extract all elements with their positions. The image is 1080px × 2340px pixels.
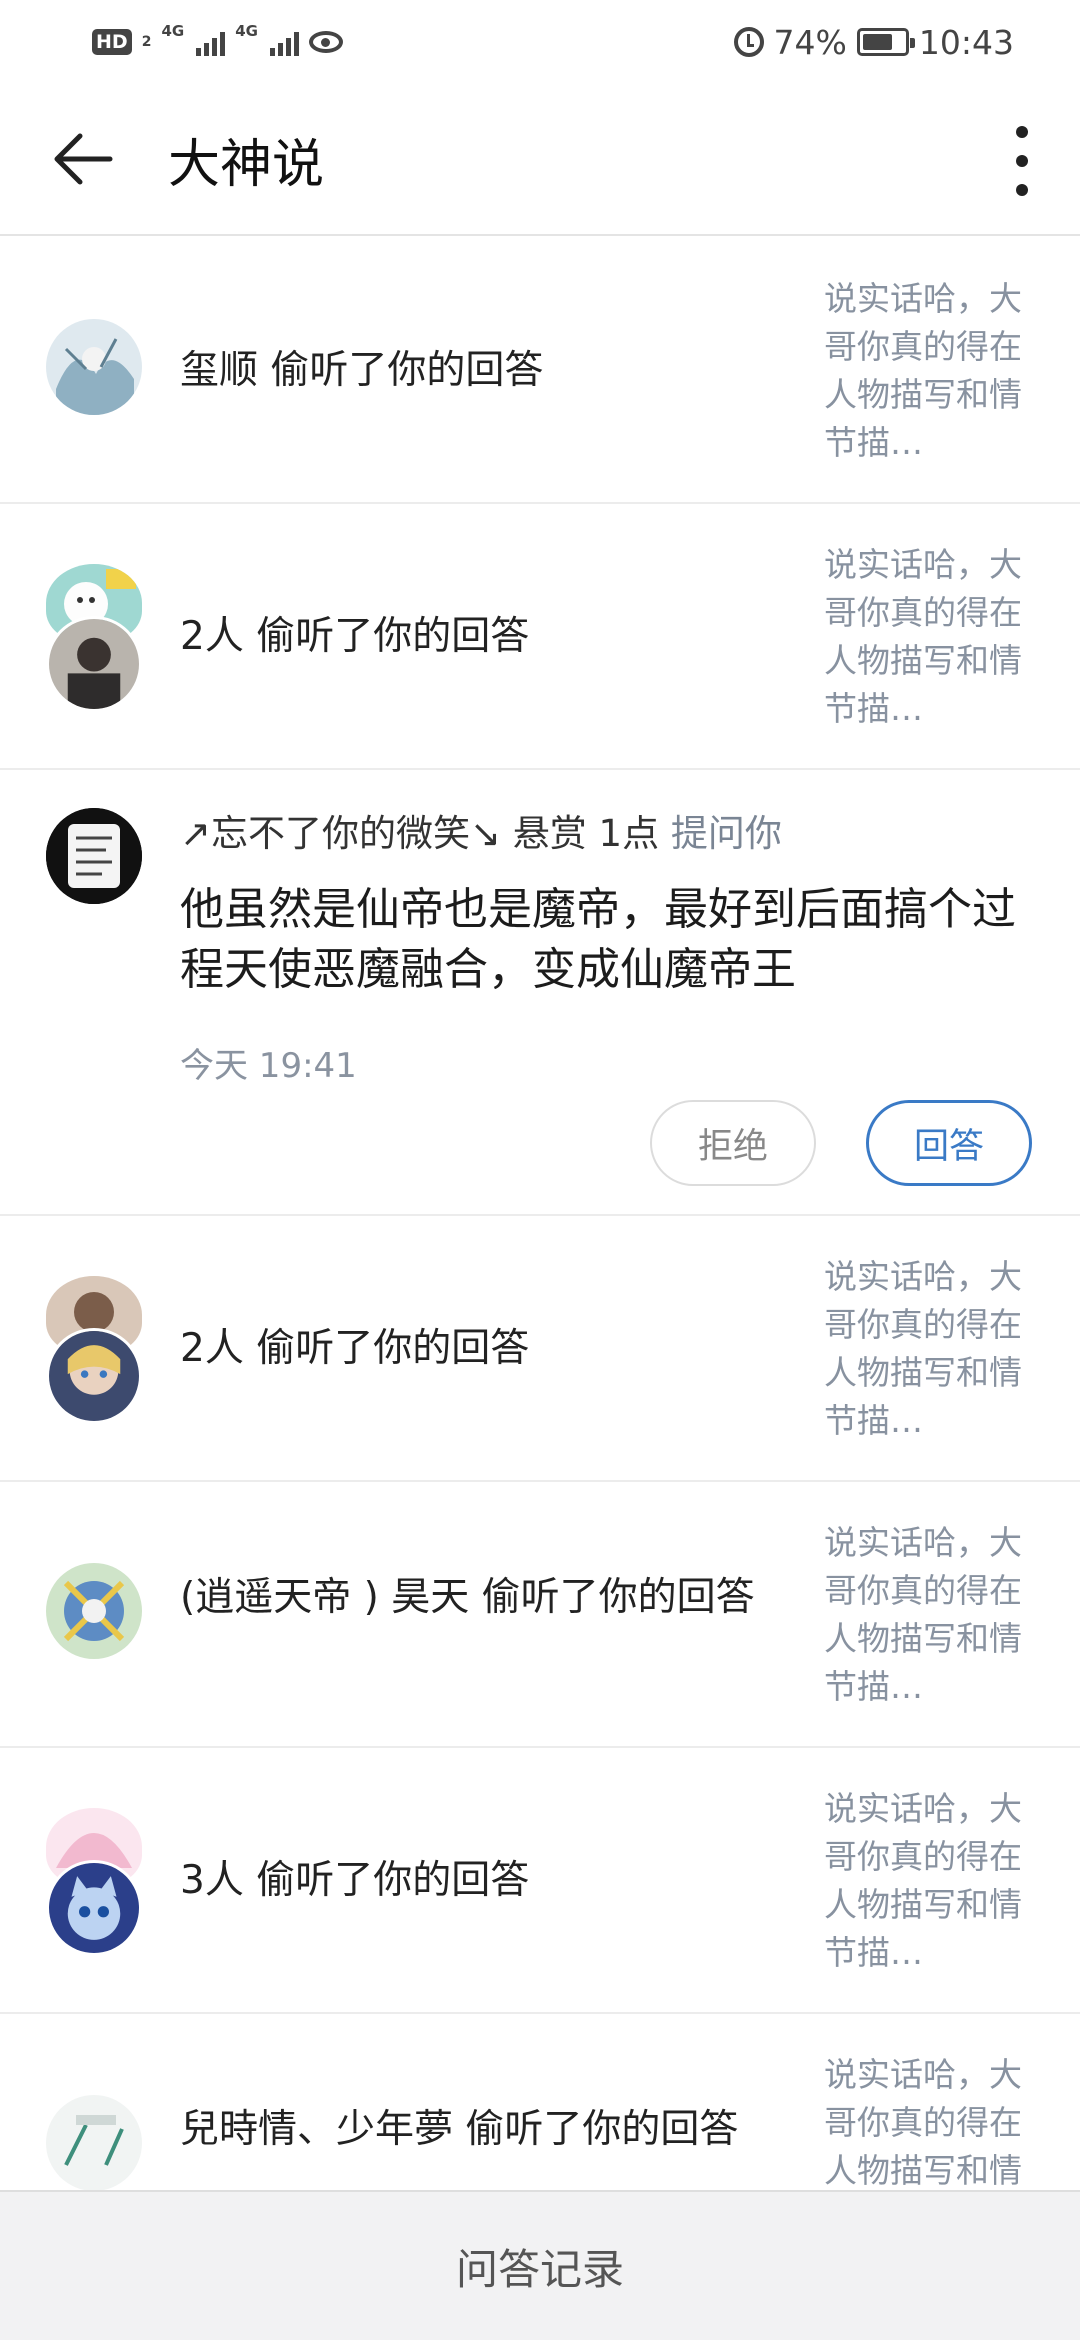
status-right: 74% 10:43 [733, 22, 1014, 62]
asker-name[interactable]: ↗忘不了你的微笑↘ [180, 812, 501, 855]
eye-icon [308, 31, 343, 53]
question-meta: ↗忘不了你的微笑↘ 悬赏 1点 提问你 [180, 806, 782, 862]
alarm-icon [733, 27, 764, 57]
list-item[interactable]: (逍遥天帝 ) 昊天 偷听了你的回答 说实话哈，大哥你真的得在人物描写和情节描… [0, 1482, 1080, 1748]
hd-icon: HD [92, 29, 132, 55]
question-time: 今天 19:41 [180, 1046, 357, 1086]
network-type-1: 4G [161, 22, 185, 40]
signal-icon [269, 28, 299, 56]
list-item[interactable]: 2人 偷听了你的回答 说实话哈，大哥你真的得在人物描写和情节描… [0, 504, 1080, 770]
answer-preview: 说实话哈，大哥你真的得在人物描写和情节描… [824, 1257, 1022, 1440]
avatar [46, 1328, 142, 1424]
status-left: HD 2 4G 4G [92, 24, 343, 60]
clock: 10:43 [918, 22, 1014, 62]
list-item[interactable]: 2人 偷听了你的回答 说实话哈，大哥你真的得在人物描写和情节描… [0, 1216, 1080, 1482]
avatar [46, 1860, 142, 1956]
avatar [46, 2095, 142, 2191]
answer-preview: 说实话哈，大哥你真的得在人物描写和情节描… [824, 279, 1022, 462]
sim-number: 2 [141, 34, 152, 50]
battery-percent: 74% [773, 22, 847, 62]
reward-label: 悬赏 1点 [512, 812, 660, 855]
answer-button[interactable]: 回答 [866, 1100, 1032, 1186]
row-text: 2人 偷听了你的回答 [180, 1326, 530, 1371]
avatar [46, 616, 142, 712]
app-header: 大神说 [0, 86, 1080, 236]
asked-you-label: 提问你 [670, 812, 782, 855]
row-text: 兒時情、少年夢 偷听了你的回答 [180, 2107, 739, 2152]
avatar [46, 808, 142, 904]
reject-button[interactable]: 拒绝 [650, 1100, 816, 1186]
page-title: 大神说 [168, 135, 325, 195]
row-text: 玺顺 偷听了你的回答 [180, 348, 544, 393]
network-type-2: 4G [235, 22, 258, 40]
answer-preview: 说实话哈，大哥你真的得在人物描写和情节描… [824, 1523, 1022, 1706]
list-item[interactable]: 玺顺 偷听了你的回答 说实话哈，大哥你真的得在人物描写和情节描… [0, 238, 1080, 504]
back-arrow-icon[interactable] [50, 126, 116, 192]
question-card[interactable]: ↗忘不了你的微笑↘ 悬赏 1点 提问你 他虽然是仙帝也是魔帝，最好到后面搞个过程… [0, 770, 1080, 1216]
row-text: 3人 偷听了你的回答 [180, 1858, 530, 1903]
activity-list: 玺顺 偷听了你的回答 说实话哈，大哥你真的得在人物描写和情节描… 2人 偷听了你… [0, 238, 1080, 2280]
signal-icon [196, 28, 226, 56]
avatar [46, 319, 142, 415]
qa-history-button[interactable]: 问答记录 [0, 2190, 1080, 2340]
row-text: (逍遥天帝 ) 昊天 偷听了你的回答 [180, 1575, 755, 1620]
answer-preview: 说实话哈，大哥你真的得在人物描写和情节描… [824, 545, 1022, 728]
status-bar: HD 2 4G 4G 74% 10:43 [0, 0, 1080, 86]
list-item[interactable]: 3人 偷听了你的回答 说实话哈，大哥你真的得在人物描写和情节描… [0, 1748, 1080, 2014]
more-vertical-icon[interactable] [1010, 126, 1034, 196]
row-text: 2人 偷听了你的回答 [180, 614, 530, 659]
battery-icon [856, 28, 915, 56]
question-content: 他虽然是仙帝也是魔帝，最好到后面搞个过程天使恶魔融合，变成仙魔帝王 [180, 884, 1016, 995]
answer-preview: 说实话哈，大哥你真的得在人物描写和情节描… [824, 1789, 1022, 1972]
avatar [46, 1563, 142, 1659]
